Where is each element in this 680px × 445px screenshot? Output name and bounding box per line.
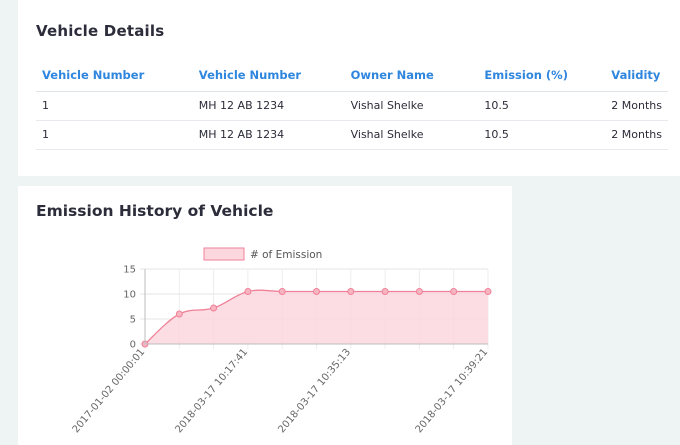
legend-label: # of Emission (250, 249, 322, 261)
x-tick-label: 2018-03-17 10:17:41 (173, 347, 250, 435)
y-tick-label: 5 (130, 315, 136, 326)
emission-history-card: Emission History of Vehicle 0 5 10 15 2017-0… (18, 186, 512, 445)
table-cell: MH 12 AB 1234 (192, 120, 345, 150)
table-cell: 1 (36, 120, 193, 150)
column-header[interactable]: Validity (605, 60, 668, 92)
table-header-row: Vehicle Number Vehicle Number Owner Name… (36, 60, 668, 92)
table-cell: 1 (36, 91, 193, 121)
x-tick-label: 2018-03-17 10:35:13 (276, 347, 353, 435)
data-point (278, 288, 286, 295)
table-row[interactable]: 1 MH 12 AB 1234 Vishal Shelke 10.5 2 Mon… (36, 120, 668, 150)
data-point (450, 288, 458, 295)
data-point (381, 288, 389, 295)
emission-history-chart: 0 5 10 15 2017-01-02 00:00:01 2018-03-17 10:1… (71, 247, 492, 435)
data-point (175, 310, 183, 318)
table-cell: Vishal Shelke (344, 120, 479, 150)
data-point (415, 288, 423, 295)
data-point (244, 288, 252, 295)
y-tick-label: 10 (123, 290, 136, 301)
table-cell: MH 12 AB 1234 (192, 91, 345, 121)
column-header[interactable]: Vehicle Number (192, 60, 345, 92)
vehicle-details-title: Vehicle Details (36, 22, 165, 40)
table-cell: 2 Months (605, 91, 668, 121)
column-header[interactable]: Vehicle Number (36, 60, 193, 92)
vehicle-details-card: Vehicle Details Vehicle Number Vehicle N… (18, 0, 680, 176)
y-tick-label: 15 (123, 265, 136, 276)
table-cell: 10.5 (478, 91, 606, 121)
table-cell: 10.5 (478, 120, 606, 150)
legend-swatch (203, 247, 245, 261)
series-area (145, 290, 488, 344)
data-point (347, 288, 355, 295)
table-cell: 2 Months (605, 120, 668, 150)
table-row[interactable]: 1 MH 12 AB 1234 Vishal Shelke 10.5 2 Mon… (36, 91, 668, 121)
table-cell: Vishal Shelke (344, 91, 479, 121)
data-point (484, 288, 492, 295)
vehicle-details-table: Vehicle Number Vehicle Number Owner Name… (36, 60, 668, 150)
y-tick-label: 0 (130, 340, 136, 351)
x-tick-label: 2017-01-02 00:00:01 (71, 347, 148, 435)
data-point (210, 304, 218, 312)
x-tick-label: 2018-03-17 10:39:21 (414, 347, 491, 435)
data-point (313, 288, 320, 295)
column-header[interactable]: Emission (%) (478, 60, 606, 92)
column-header[interactable]: Owner Name (344, 60, 479, 92)
